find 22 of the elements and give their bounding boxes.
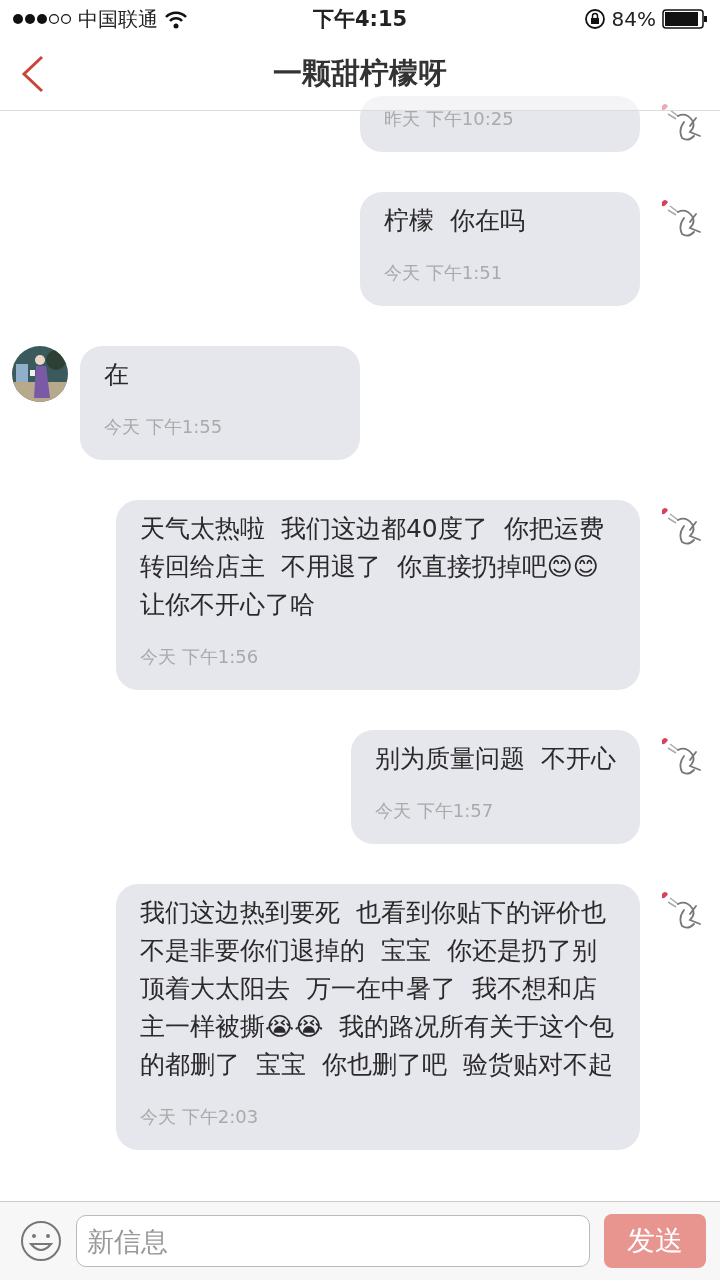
message-time: 今天 下午1:56: [140, 645, 260, 669]
message-text: 我们这边热到要死 也看到你贴下的评价也不是非要你们退掉的 宝宝 你还是扔了别顶着大太阳去 万一在中暑了 我不想和店主一样被撕😭😭 我的路况所有关于这个包的都删了 宝宝 你也删了吧 验货贴对不起: [140, 897, 616, 1081]
emoji-icon: [20, 1220, 62, 1262]
message-time: 今天 下午1:51: [384, 261, 504, 285]
message-time: 今天 下午1:57: [375, 799, 495, 823]
status-time: 下午4:15: [311, 6, 409, 33]
message-time: 昨天 下午10:25: [384, 107, 515, 131]
rotation-lock-icon: [583, 8, 606, 30]
wifi-icon: [164, 9, 188, 29]
carrier-name: 中国联通: [78, 5, 158, 33]
send-button[interactable]: 发送: [604, 1214, 706, 1268]
battery-icon: [662, 9, 708, 29]
message-time: 今天 下午2:03: [140, 1105, 260, 1129]
chat-title: 一颗甜柠檬呀: [273, 55, 447, 92]
message-text: 天气太热啦 我们这边都40度了 你把运费转回给店主 不用退了 你直接扔掉吧😊😊让你不开心了哈: [140, 513, 605, 621]
battery-percent: 84%: [611, 7, 656, 31]
message-text: 别为质量问题 不开心: [375, 743, 616, 775]
message-input[interactable]: 新信息: [76, 1215, 590, 1267]
message-text: 在: [104, 359, 130, 391]
message-time: 今天 下午1:55: [104, 415, 224, 439]
signal-icon: [12, 11, 72, 27]
message-text: 柠檬 你在吗: [384, 205, 526, 237]
